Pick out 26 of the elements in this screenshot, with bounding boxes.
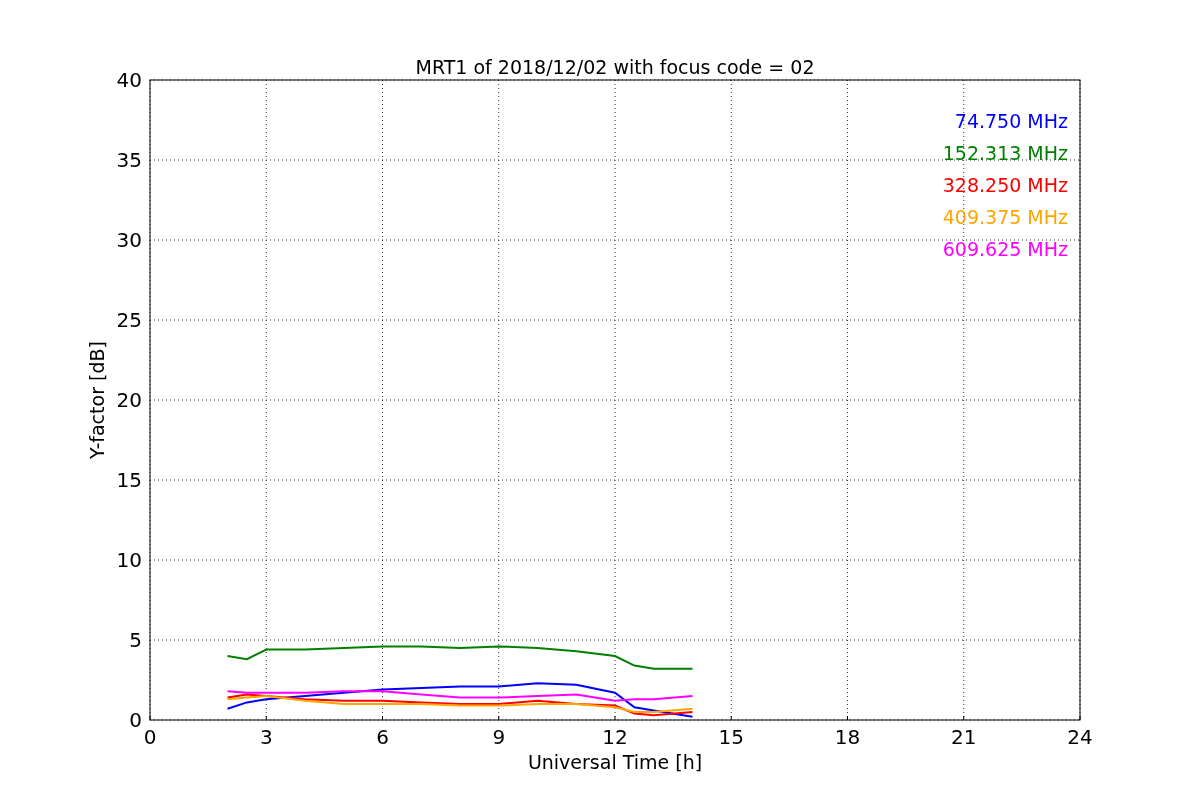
y-tick-label: 10: [116, 548, 142, 572]
y-tick-label: 25: [116, 308, 142, 332]
legend-label: 328.250 MHz: [942, 174, 1068, 196]
x-tick-label: 24: [1067, 725, 1093, 749]
y-tick-label: 0: [129, 708, 142, 732]
x-axis-label: Universal Time [h]: [527, 751, 703, 773]
legend-label: 74.750 MHz: [954, 110, 1068, 132]
y-tick-label: 35: [116, 148, 142, 172]
legend-label: 609.625 MHz: [942, 238, 1068, 260]
x-tick-label: 21: [951, 725, 977, 749]
y-tick-label: 40: [116, 68, 142, 92]
legend-label: 152.313 MHz: [942, 142, 1068, 164]
x-tick-label: 18: [834, 725, 861, 749]
chart-title: MRT1 of 2018/12/02 with focus code = 02: [415, 56, 815, 78]
y-axis-label: Y-factor [dB]: [86, 341, 108, 459]
x-tick-label: 15: [718, 725, 744, 749]
y-tick-label: 20: [116, 388, 142, 412]
y-tick-label: 5: [129, 628, 142, 652]
y-tick-label: 30: [116, 228, 142, 252]
x-tick-label: 3: [259, 725, 273, 749]
x-tick-label: 9: [492, 725, 506, 749]
y-tick-label: 15: [116, 468, 142, 492]
x-tick-label: 12: [602, 725, 628, 749]
legend-label: 409.375 MHz: [942, 206, 1068, 228]
x-tick-label: 6: [376, 725, 389, 749]
x-tick-label: 0: [143, 725, 157, 749]
